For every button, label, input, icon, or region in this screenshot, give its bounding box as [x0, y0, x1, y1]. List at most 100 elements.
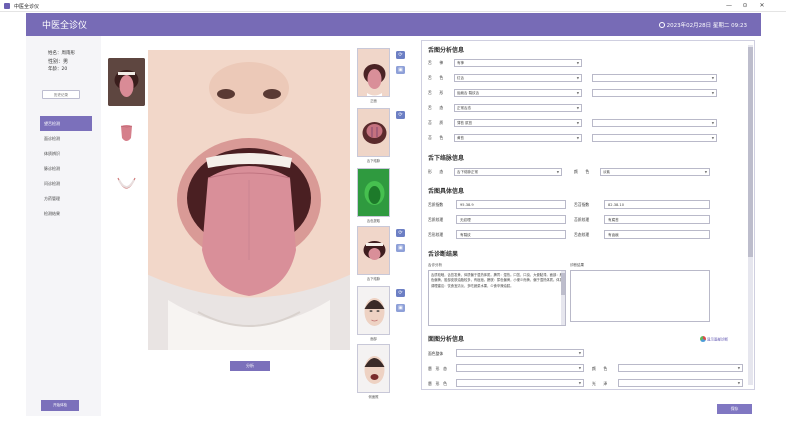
sidebar-item-inquiry[interactable]: 问诊检测 — [40, 176, 92, 191]
tongue-color-extra-select[interactable]: ▼ — [592, 74, 717, 82]
sidebar-item-face[interactable]: 面诊检测 — [40, 131, 92, 146]
face-color-select[interactable]: ▼ — [618, 364, 743, 372]
indicator-label: 舌质纹理 — [428, 217, 444, 222]
tongue-shape-extra-select[interactable]: ▼ — [592, 89, 717, 97]
tongue-shape-thumbnail[interactable] — [108, 122, 145, 146]
thumb-item-side: 侧面照 — [357, 344, 409, 399]
patient-name: 姓名：周雨彤 — [48, 51, 75, 56]
window-titlebar: 中医全诊仪 — ⊙ ✕ — [0, 0, 786, 12]
indicator-field[interactable]: 有裂纹 — [456, 230, 566, 239]
face-diagnosis-icon — [700, 336, 706, 342]
diagnosis-scroll-thumb[interactable] — [561, 273, 565, 295]
header-datetime: 2023年02月28日 星期二 09:23 — [658, 21, 747, 29]
tongue-section-title: 舌图分析信息 — [428, 47, 465, 54]
thumb-front-label: 正面 — [370, 99, 377, 103]
thumb-sublingual-2-label: 舌下络脉 — [366, 277, 381, 281]
lip-shape-select[interactable]: ▼ — [456, 364, 584, 372]
window-title: 中医全诊仪 — [14, 4, 40, 10]
minimize-icon[interactable]: — — [725, 2, 733, 9]
camera-icon[interactable]: ▣ — [396, 66, 405, 74]
diagnosis-analysis-text[interactable]: 舌质较暗，舌苔发黄，体质偏于湿热体质。脾胃：湿热。口苦，口臭，大便黏滞。面部：颜… — [428, 270, 566, 326]
analysis-panel: 舌图分析信息 舌 神 有神 ▼ 舌 色 红舌 ▼ ▼ 舌 形 齿痕舌 裂纹舌 ▼ ▼ … — [421, 40, 755, 390]
sublingual-color-select[interactable]: 淡紫 ▼ — [600, 168, 710, 176]
face-row-label: 面色整体 — [428, 351, 444, 356]
thumb-sublingual-label: 舌下络脉 — [366, 159, 381, 163]
thumb-face-image[interactable] — [357, 286, 390, 335]
indicator-label: 舌形纹理 — [428, 232, 444, 237]
thumb-item-sublingual-2: 舌下络脉 ⟳ ▣ — [357, 226, 409, 281]
sidebar-item-constitution[interactable]: 体质辨识 — [40, 146, 92, 161]
app-title: 中医全诊仪 — [42, 21, 88, 31]
thumb-color-extract-label: 舌色提取 — [366, 219, 381, 223]
face-gloss-select[interactable]: ▼ — [618, 379, 743, 387]
patient-info: 姓名：周雨彤 性别：男 年龄：20 — [48, 50, 75, 74]
diagnosis-result-text[interactable] — [570, 270, 710, 322]
indicator-field[interactable]: 有腐苔 — [604, 215, 710, 224]
panel-scroll-thumb[interactable] — [748, 47, 753, 257]
thumb-side-image[interactable] — [357, 344, 390, 393]
save-button[interactable]: 保存 — [717, 404, 752, 414]
sublingual-color-label: 颜 色 — [574, 169, 590, 174]
retake-icon[interactable]: ⟳ — [396, 229, 405, 237]
face-overall-select[interactable]: ▼ — [456, 349, 584, 357]
indicator-field[interactable]: 无纹理 — [456, 215, 566, 224]
face-row-label: 唇 形 态 — [428, 366, 447, 371]
thumb-item-color-extract: 舌色提取 — [357, 168, 409, 223]
tongue-row-label: 舌 色 — [428, 75, 444, 80]
sidebar-item-pulse[interactable]: 脉诊检测 — [40, 161, 92, 176]
thumb-side-label: 侧面照 — [368, 395, 379, 399]
restore-icon[interactable]: ⊙ — [741, 2, 749, 9]
tongue-state-select[interactable]: 正常舌态 ▼ — [454, 104, 582, 112]
history-button[interactable]: 历史记录 — [42, 90, 80, 99]
indicator-field[interactable]: 有齿痕 — [604, 230, 710, 239]
retake-icon[interactable]: ⟳ — [396, 51, 405, 59]
coating-quality-select[interactable]: 薄苔 腻苔 ▼ — [454, 119, 582, 127]
lip-color-select[interactable]: ▼ — [456, 379, 584, 387]
thumb-color-extract-image[interactable] — [357, 168, 390, 217]
tongue-row-label: 苔 色 — [428, 135, 444, 140]
indicator-field[interactable]: 95.38.9 — [456, 200, 566, 209]
clock-icon — [658, 22, 665, 28]
indicator-label: 舌苔指数 — [574, 202, 590, 207]
camera-icon[interactable]: ▣ — [396, 244, 405, 252]
tongue-shape-select[interactable]: 齿痕舌 裂纹舌 ▼ — [454, 89, 582, 97]
coating-quality-extra-select[interactable]: ▼ — [592, 119, 717, 127]
thumb-front-image[interactable] — [357, 48, 390, 97]
retake-icon[interactable]: ⟳ — [396, 111, 405, 119]
face-side-label: 颜 色 — [592, 366, 608, 371]
retake-icon[interactable]: ⟳ — [396, 289, 405, 297]
app-header: 中医全诊仪 2023年02月28日 星期二 09:23 — [26, 13, 761, 36]
indicator-label: 舌态纹理 — [574, 232, 590, 237]
tongue-row-label: 舌 态 — [428, 105, 444, 110]
coating-color-select[interactable]: 黄苔 ▼ — [454, 134, 582, 142]
camera-icon[interactable]: ▣ — [396, 304, 405, 312]
close-icon[interactable]: ✕ — [758, 2, 766, 9]
indicator-label: 舌质指数 — [428, 202, 444, 207]
patient-age: 年龄：20 — [48, 67, 68, 72]
mouth-thumbnail[interactable] — [108, 58, 145, 106]
thumb-item-front: 正面 ⟳ ▣ — [357, 48, 409, 103]
indicator-label: 苔质纹理 — [574, 217, 590, 222]
indicator-field[interactable]: 82.38.10 — [604, 200, 710, 209]
face-section-title: 面图分析信息 — [428, 336, 465, 343]
face-diagnosis-link[interactable]: 显示面部诊断 — [700, 336, 728, 343]
teeth-outline-thumbnail[interactable] — [108, 172, 145, 198]
thumb-sublingual-2-image[interactable] — [357, 226, 390, 275]
sublingual-shape-select[interactable]: 舌下络脉正常 ▼ — [454, 168, 562, 176]
datetime-text: 2023年02月28日 星期二 09:23 — [666, 23, 747, 29]
thumb-sublingual-image[interactable] — [357, 108, 390, 157]
tongue-row-label: 苔 质 — [428, 120, 444, 125]
sidebar-item-results[interactable]: 检测结果 — [40, 206, 92, 221]
sidebar-item-prescription[interactable]: 方药管理 — [40, 191, 92, 206]
diagnosis-result-label: 诊断结果 — [570, 263, 584, 267]
tongue-color-select[interactable]: 红舌 ▼ — [454, 74, 582, 82]
analyze-button[interactable]: 分析 — [230, 361, 270, 371]
sidebar-nav: 望舌检测 面诊检测 体质辨识 脉诊检测 问诊检测 方药管理 检测结果 — [40, 116, 92, 221]
app-icon — [4, 3, 10, 9]
tongue-spirit-select[interactable]: 有神 ▼ — [454, 59, 582, 67]
start-exam-button[interactable]: 开始体检 — [41, 400, 79, 411]
indicator-section-title: 舌图具体信息 — [428, 188, 465, 195]
sidebar: 姓名：周雨彤 性别：男 年龄：20 历史记录 望舌检测 面诊检测 体质辨识 脉诊… — [26, 36, 101, 416]
coating-color-extra-select[interactable]: ▼ — [592, 134, 717, 142]
sidebar-item-tongue[interactable]: 望舌检测 — [40, 116, 92, 131]
